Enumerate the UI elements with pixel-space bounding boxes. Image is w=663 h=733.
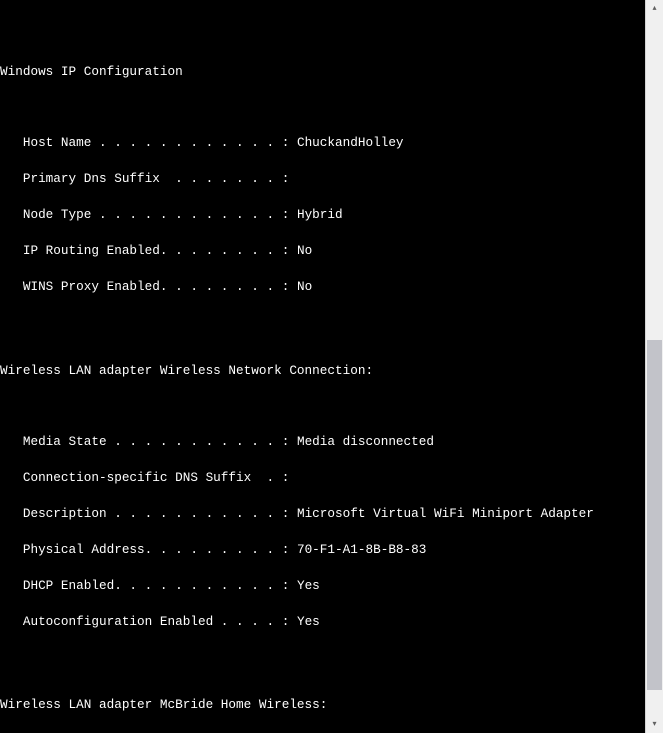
config-line: Primary Dns Suffix . . . . . . . : bbox=[0, 173, 646, 185]
config-line: Host Name . . . . . . . . . . . . : Chuc… bbox=[0, 137, 646, 149]
section-header: Wireless LAN adapter McBride Home Wirele… bbox=[0, 699, 646, 711]
config-line: Connection-specific DNS Suffix . : bbox=[0, 472, 646, 484]
config-line: IP Routing Enabled. . . . . . . . : No bbox=[0, 245, 646, 257]
cmd-output: Windows IP Configuration Host Name . . .… bbox=[0, 24, 646, 733]
blank-line bbox=[0, 400, 646, 412]
config-line: Physical Address. . . . . . . . . : 70-F… bbox=[0, 544, 646, 556]
scroll-up-arrow-icon[interactable]: ▴ bbox=[646, 0, 663, 17]
section-header: Windows IP Configuration bbox=[0, 66, 646, 78]
section-header: Wireless LAN adapter Wireless Network Co… bbox=[0, 365, 646, 377]
config-line: WINS Proxy Enabled. . . . . . . . : No bbox=[0, 281, 646, 293]
blank-line bbox=[0, 102, 646, 114]
config-line: Description . . . . . . . . . . . : Micr… bbox=[0, 508, 646, 520]
scroll-down-arrow-icon[interactable]: ▾ bbox=[646, 716, 663, 733]
scrollbar-thumb[interactable] bbox=[647, 340, 662, 690]
cmd-window: Windows IP Configuration Host Name . . .… bbox=[0, 0, 663, 733]
config-line: Media State . . . . . . . . . . . : Medi… bbox=[0, 436, 646, 448]
scrollbar-track[interactable]: ▴ ▾ bbox=[645, 0, 663, 733]
config-line: Node Type . . . . . . . . . . . . : Hybr… bbox=[0, 209, 646, 221]
blank-line bbox=[0, 651, 646, 663]
config-line: DHCP Enabled. . . . . . . . . . . : Yes bbox=[0, 580, 646, 592]
blank-line bbox=[0, 317, 646, 329]
config-line: Autoconfiguration Enabled . . . . : Yes bbox=[0, 616, 646, 628]
